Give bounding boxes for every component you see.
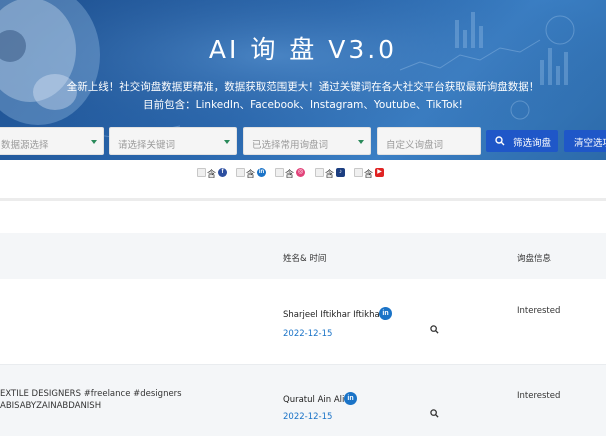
linkedin-icon: in	[257, 168, 266, 177]
table-header: 姓名& 时间 询盘信息	[0, 233, 606, 279]
search-icon	[495, 136, 505, 146]
chevron-down-icon	[224, 140, 230, 144]
column-header-name-time: 姓名& 时间	[283, 254, 327, 264]
table-row: Sharjeel Iftikhar Iftikhar in 2022-12-15…	[0, 279, 606, 365]
chevron-down-icon	[91, 140, 97, 144]
hero-platform-list: 目前包含：LinkedIn、Facebook、Instagram、Youtube…	[143, 99, 463, 111]
checkbox[interactable]	[236, 168, 245, 177]
bio-line: EXTILE DESIGNERS #freelance #designers	[0, 389, 182, 399]
contact-name[interactable]: Sharjeel Iftikhar Iftikhar	[283, 310, 383, 320]
data-source-select[interactable]: 数据源选择	[0, 127, 104, 155]
search-icon[interactable]	[430, 325, 439, 334]
linkedin-icon[interactable]: in	[379, 307, 392, 320]
checkbox[interactable]	[197, 168, 206, 177]
inquiry-status: Interested	[517, 306, 561, 316]
checkbox[interactable]	[354, 168, 363, 177]
linkedin-icon[interactable]: in	[344, 392, 357, 405]
contact-name[interactable]: Quratul Ain Ali	[283, 395, 344, 405]
custom-terms-placeholder: 自定义询盘词	[386, 140, 444, 151]
youtube-icon: ▶	[375, 168, 384, 177]
hero-subtitle: 全新上线！社交询盘数据更精准，数据获取范围更大！通过关键词在各大社交平台获取最新…	[66, 81, 540, 93]
bio-text: EXTILE DESIGNERS #freelance #designers A…	[0, 388, 182, 412]
section-divider	[0, 198, 606, 201]
checkbox[interactable]	[275, 168, 284, 177]
search-icon[interactable]	[430, 409, 439, 418]
checkbox-label: 含	[285, 170, 295, 180]
table-row: EXTILE DESIGNERS #freelance #designers A…	[0, 365, 606, 436]
filter-inquiries-button[interactable]: 筛选询盘	[486, 130, 558, 152]
clear-options-button[interactable]: 清空选项	[564, 130, 606, 152]
column-header-inquiry-info: 询盘信息	[517, 254, 552, 264]
checkbox-label: 含	[207, 170, 217, 180]
data-source-placeholder: 数据源选择	[1, 140, 49, 151]
inquiry-date: 2022-12-15	[283, 412, 333, 422]
checkbox[interactable]	[315, 168, 324, 177]
common-terms-placeholder: 已选择常用询盘词	[252, 140, 329, 151]
custom-terms-input[interactable]: 自定义询盘词	[377, 127, 481, 155]
inquiry-date: 2022-12-15	[283, 329, 333, 339]
page-title: AI 询 盘 V3.0	[208, 35, 398, 64]
tiktok-icon: ♪	[336, 168, 345, 177]
chevron-down-icon	[358, 140, 364, 144]
checkbox-label: 含	[325, 170, 335, 180]
common-terms-select[interactable]: 已选择常用询盘词	[243, 127, 371, 155]
instagram-icon: ◎	[296, 168, 305, 177]
inquiry-status: Interested	[517, 391, 561, 401]
bio-line: ABISABYZAINABDANISH	[0, 401, 102, 411]
checkbox-label: 含	[246, 170, 256, 180]
keyword-select[interactable]: 请选择关键词	[109, 127, 237, 155]
checkbox-label: 含	[364, 170, 374, 180]
keyword-placeholder: 请选择关键词	[118, 140, 176, 151]
facebook-icon: f	[218, 168, 227, 177]
filter-button-label: 筛选询盘	[513, 138, 552, 149]
